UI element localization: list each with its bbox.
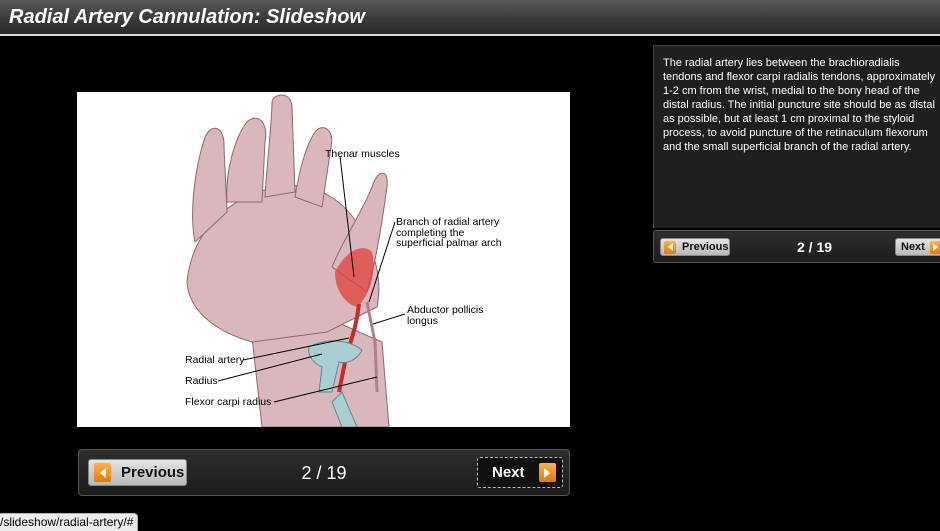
- hand-anatomy-illustration: Thenar muscles Branch of radial artery c…: [185, 94, 502, 427]
- label-flexor: Flexor carpi radius: [185, 396, 271, 408]
- triangle-right-icon: [538, 463, 556, 482]
- caption-text: The radial artery lies between the brach…: [663, 57, 936, 153]
- next-button[interactable]: Next: [477, 457, 563, 488]
- side-next-button[interactable]: Next: [895, 238, 940, 256]
- slide-image: Thenar muscles Branch of radial artery c…: [77, 92, 570, 427]
- label-branch-3: superficial palmar arch: [396, 237, 502, 249]
- caption-panel: The radial artery lies between the brach…: [653, 45, 940, 228]
- title-bar: Radial Artery Cannulation: Slideshow: [0, 0, 940, 36]
- side-next-label: Next: [901, 241, 925, 253]
- page-title: Radial Artery Cannulation: Slideshow: [9, 6, 365, 28]
- side-previous-label: Previous: [682, 241, 729, 253]
- label-radius: Radius: [185, 375, 218, 387]
- next-label: Next: [492, 464, 525, 481]
- triangle-right-icon: [929, 240, 940, 254]
- side-previous-button[interactable]: Previous: [660, 238, 730, 256]
- label-abductor-2: longus: [407, 315, 438, 327]
- side-slide-nav: Previous 2 / 19 Next: [653, 230, 940, 263]
- side-slide-counter: 2 / 19: [797, 239, 833, 255]
- label-thenar: Thenar muscles: [325, 148, 400, 160]
- triangle-left-icon: [664, 240, 676, 254]
- main-slide-nav: Previous 2 / 19 Next: [78, 449, 570, 496]
- status-bar-url: /slideshow/radial-artery/#: [0, 513, 139, 531]
- label-radial-artery: Radial artery: [185, 354, 245, 366]
